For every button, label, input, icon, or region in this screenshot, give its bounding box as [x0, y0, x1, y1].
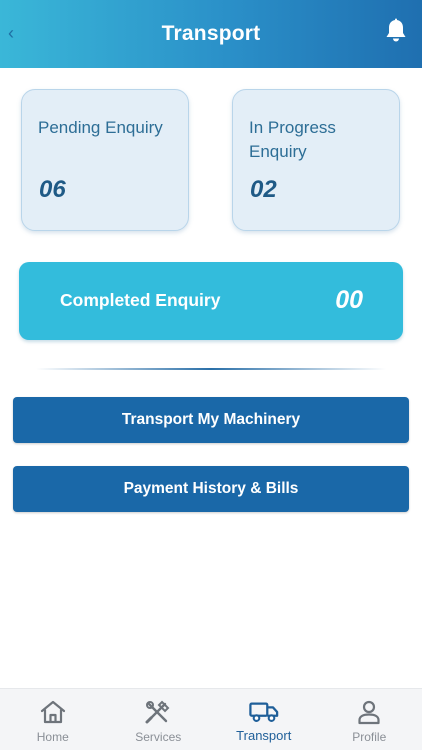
app-header: ‹ Transport — [0, 0, 422, 68]
truck-icon — [249, 699, 279, 725]
in-progress-enquiry-label: In Progress Enquiry — [249, 118, 336, 161]
nav-label-home: Home — [36, 730, 69, 744]
nav-item-profile[interactable]: Profile — [317, 689, 422, 750]
back-icon[interactable]: ‹ — [8, 24, 20, 42]
pending-enquiry-card[interactable]: Pending Enquiry 06 — [21, 89, 189, 231]
nav-item-transport[interactable]: Transport — [211, 689, 317, 750]
pending-enquiry-label: Pending Enquiry — [38, 118, 163, 137]
home-icon — [38, 699, 68, 725]
nav-label-services: Services — [135, 730, 182, 744]
payment-history-button[interactable]: Payment History & Bills — [13, 466, 409, 512]
bell-icon[interactable] — [384, 18, 408, 44]
nav-item-home[interactable]: Home — [0, 689, 106, 750]
nav-label-transport: Transport — [236, 728, 292, 743]
completed-enquiry-card[interactable]: Completed Enquiry 00 — [19, 262, 403, 340]
transport-screen: ‹ Transport Pending Enquiry 06 In Progre… — [0, 0, 422, 750]
transport-machinery-button[interactable]: Transport My Machinery — [13, 397, 409, 443]
section-divider — [36, 368, 386, 370]
in-progress-enquiry-count: 02 — [250, 176, 277, 203]
page-title: Transport — [161, 22, 261, 45]
tools-icon — [143, 699, 173, 725]
nav-item-services[interactable]: Services — [106, 689, 212, 750]
completed-enquiry-count: 00 — [335, 286, 363, 314]
in-progress-enquiry-card[interactable]: In Progress Enquiry 02 — [232, 89, 400, 231]
nav-label-profile: Profile — [352, 730, 387, 744]
bottom-navigation: Home Services Transport Profile — [0, 688, 422, 750]
completed-enquiry-label: Completed Enquiry — [60, 290, 221, 310]
pending-enquiry-count: 06 — [39, 176, 66, 203]
person-icon — [354, 699, 384, 725]
